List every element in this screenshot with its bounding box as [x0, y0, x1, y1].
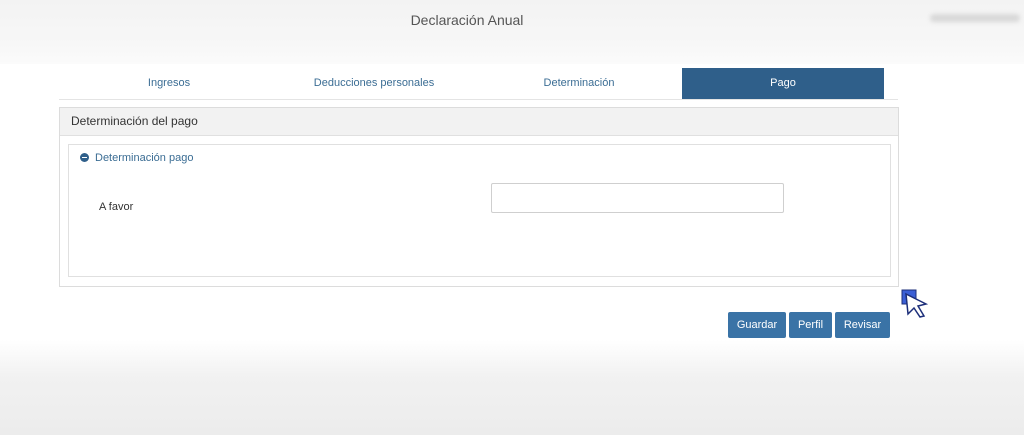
page: Declaración Anual Ingresos Deducciones p…	[0, 0, 1024, 435]
payment-panel: Determinación del pago Determinación pag…	[59, 107, 899, 287]
payment-section: Determinación pago A favor	[68, 144, 891, 277]
section-toggle[interactable]: Determinación pago	[80, 152, 193, 164]
panel-title: Determinación del pago	[60, 108, 898, 136]
tab-bar: Ingresos Deducciones personales Determin…	[59, 68, 898, 100]
a-favor-input[interactable]	[491, 183, 784, 213]
top-header: Declaración Anual	[0, 0, 1024, 64]
save-button[interactable]: Guardar	[728, 312, 786, 338]
section-title: Determinación pago	[95, 152, 194, 164]
minus-circle-icon	[80, 153, 89, 162]
mouse-cursor-icon	[901, 289, 929, 318]
tab-pago[interactable]: Pago	[682, 68, 884, 99]
a-favor-label: A favor	[99, 201, 134, 213]
user-info-blurred	[930, 14, 1020, 22]
tab-deducciones-personales[interactable]: Deducciones personales	[274, 68, 474, 99]
profile-button[interactable]: Perfil	[789, 312, 832, 338]
review-button[interactable]: Revisar	[835, 312, 890, 338]
bottom-area	[0, 340, 1024, 435]
page-title: Declaración Anual	[410, 12, 524, 28]
tab-determinacion[interactable]: Determinación	[479, 68, 679, 99]
tab-ingresos[interactable]: Ingresos	[69, 68, 269, 99]
